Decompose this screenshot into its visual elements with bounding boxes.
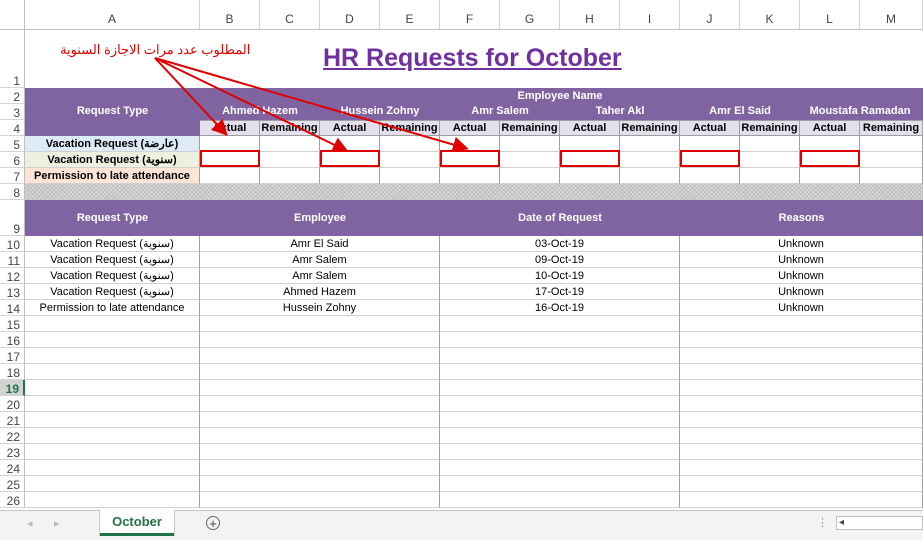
tab-split-handle-icon[interactable]: ⋮ (817, 516, 828, 529)
arrow-3 (154, 57, 469, 153)
scroll-left-icon[interactable]: ◂ (839, 517, 844, 528)
tab-scroll-right-icon[interactable]: ▸ (54, 517, 60, 530)
annotation-arrows (154, 57, 469, 153)
add-sheet-icon[interactable]: + (206, 516, 220, 530)
arrow-1 (154, 57, 228, 136)
sheet-tab-october[interactable]: October (100, 510, 174, 536)
sheet-tab-bar: ◂ ▸ October + ⋮ ◂ (0, 510, 923, 540)
tab-scroll-left-icon[interactable]: ◂ (27, 517, 33, 530)
horizontal-scrollbar[interactable]: ◂ (836, 516, 923, 530)
